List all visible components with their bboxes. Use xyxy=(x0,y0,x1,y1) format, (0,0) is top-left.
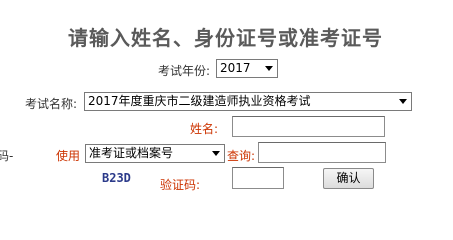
chevron-down-icon xyxy=(399,99,407,104)
query-form: 请输入姓名、身份证号或准考证号 考试年份: 2017 考试名称: 2017年度重… xyxy=(0,0,453,208)
truncated-edge-text: 码- xyxy=(0,149,14,163)
year-label: 考试年份: xyxy=(158,64,211,78)
year-select-value: 2017 xyxy=(220,61,251,75)
chevron-down-icon xyxy=(212,151,220,156)
query-input[interactable] xyxy=(258,142,386,163)
confirm-button[interactable]: 确认 xyxy=(323,168,374,189)
exam-select-value: 2017年度重庆市二级建造师执业资格考试 xyxy=(88,94,311,108)
query-type-value: 准考证或档案号 xyxy=(89,146,174,160)
chevron-down-icon xyxy=(265,66,273,71)
captcha-input[interactable] xyxy=(232,167,284,189)
exam-label: 考试名称: xyxy=(25,97,78,111)
year-select[interactable]: 2017 xyxy=(216,59,278,78)
captcha-label: 验证码: xyxy=(160,178,201,192)
query-type-select[interactable]: 准考证或档案号 xyxy=(85,144,225,163)
query-label: 查询: xyxy=(227,149,256,163)
page-title: 请输入姓名、身份证号或准考证号 xyxy=(68,26,383,50)
exam-select[interactable]: 2017年度重庆市二级建造师执业资格考试 xyxy=(84,92,412,111)
name-label: 姓名: xyxy=(190,122,219,136)
use-label: 使用 xyxy=(56,149,81,163)
captcha-image[interactable]: B23D xyxy=(102,171,131,185)
name-input[interactable] xyxy=(232,116,385,137)
